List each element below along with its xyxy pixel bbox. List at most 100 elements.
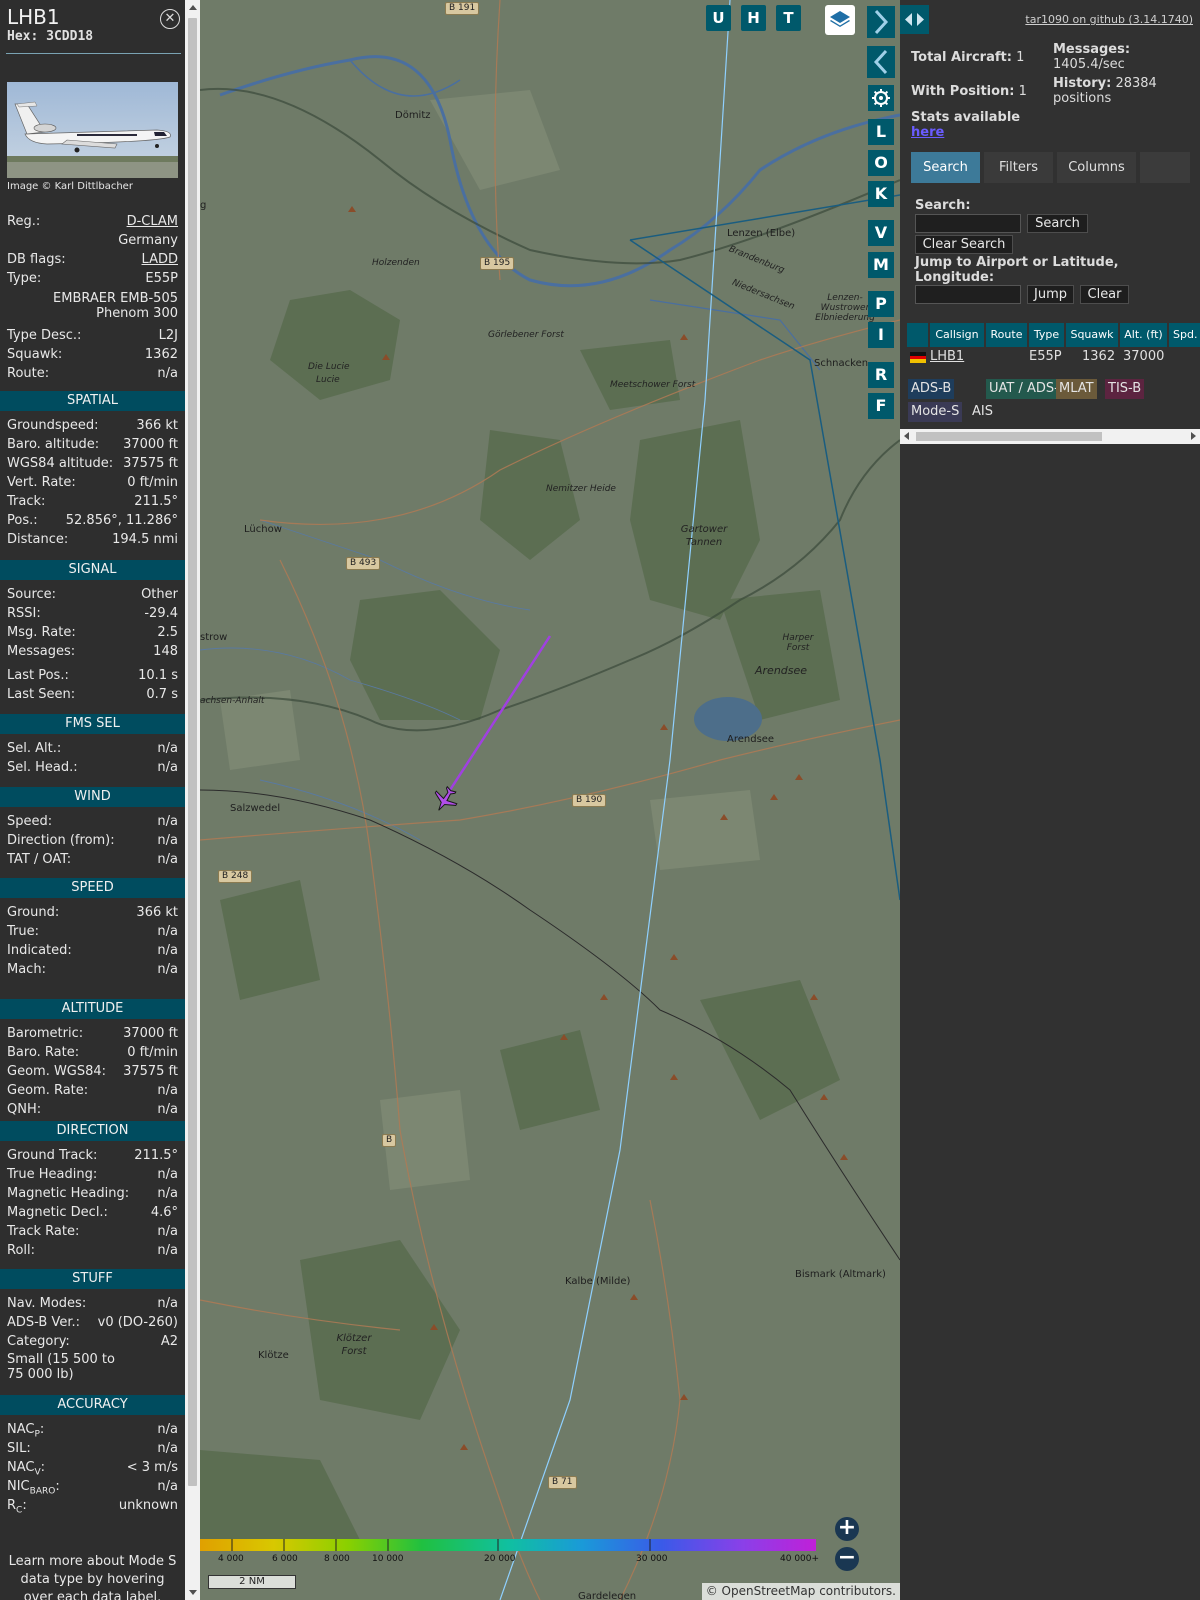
road-shield: B 195: [480, 257, 515, 270]
close-icon[interactable]: ✕: [160, 9, 180, 29]
column-header-route[interactable]: Route: [986, 323, 1027, 347]
detail-row: NICBARO: n/a: [7, 1478, 178, 1497]
toolbar-button-l[interactable]: L: [868, 119, 894, 145]
detail-value[interactable]: LADD: [142, 251, 178, 269]
detail-value: < 3 m/s: [126, 1460, 178, 1475]
toolbar-button-f[interactable]: F: [868, 393, 894, 419]
toolbar-button-v[interactable]: V: [868, 220, 894, 246]
scroll-down-icon[interactable]: [189, 1590, 197, 1595]
detail-label: RSSI:: [7, 606, 41, 621]
toggle-sidebar-button[interactable]: [900, 5, 929, 34]
detail-value[interactable]: D-CLAM: [127, 213, 178, 231]
detail-row: SIL: n/a: [7, 1440, 178, 1458]
road-shield: B 248: [218, 870, 253, 883]
toolbar-button-p[interactable]: P: [868, 291, 894, 317]
row-callsign[interactable]: LHB1: [930, 348, 964, 366]
detail-label: True:: [7, 924, 39, 939]
toolbar-button-t[interactable]: T: [776, 5, 801, 31]
detail-label: Groundspeed:: [7, 418, 99, 433]
detail-label: QNH:: [7, 1102, 42, 1117]
map-place-label: Gartower Tannen: [680, 524, 728, 548]
horizontal-scrollbar-thumb[interactable]: [916, 432, 1102, 441]
detail-value: 194.5 nmi: [112, 532, 178, 547]
aircraft-photo[interactable]: [7, 82, 178, 178]
search-input[interactable]: [915, 214, 1021, 233]
detail-label: Geom. WGS84:: [7, 1064, 107, 1079]
map-place-label: Lüchow: [244, 524, 282, 535]
detail-row: True Heading: n/a: [7, 1166, 178, 1184]
history-label: History:: [1053, 76, 1112, 91]
source-legend-item: ADS-B: [908, 379, 955, 399]
detail-label: Direction (from):: [7, 833, 115, 848]
map-view[interactable]: Dömitz Lenzen (Elbe) Holzenden Görlebener F…: [200, 0, 900, 1600]
toolbar-button-r[interactable]: R: [868, 362, 894, 388]
source-legend-item: Mode-S: [908, 402, 963, 422]
table-row[interactable]: LHB1 E55P 1362 37000: [907, 348, 1200, 368]
help-footer: Learn more about Mode S data type by hov…: [8, 1554, 177, 1600]
layers-button[interactable]: [825, 5, 855, 35]
detail-row: Sel. Alt.: n/a: [7, 740, 178, 758]
road-shield: B 493: [346, 557, 381, 570]
germany-flag-icon: [910, 352, 926, 363]
expand-panel-button[interactable]: [867, 6, 895, 38]
column-header-type[interactable]: Type: [1029, 323, 1064, 347]
settings-button[interactable]: [868, 85, 894, 111]
jump-input[interactable]: [915, 285, 1021, 304]
scale-bar: 2 NM: [208, 1575, 296, 1589]
column-header-squawk[interactable]: Squawk: [1066, 323, 1118, 347]
toolbar-button-o[interactable]: O: [868, 150, 894, 176]
aircraft-marker[interactable]: [430, 785, 460, 815]
stats-link[interactable]: here: [911, 125, 944, 140]
section-header-stuff: STUFF: [0, 1269, 185, 1289]
detail-label-subscript: C: [16, 1505, 23, 1516]
detail-row: NACV: < 3 m/s: [7, 1459, 178, 1478]
detail-row: Speed: n/a: [7, 813, 178, 831]
detail-label: Roll:: [7, 1243, 36, 1258]
zoom-in-button[interactable]: +: [835, 1517, 859, 1541]
detail-value: n/a: [157, 924, 178, 939]
scroll-right-icon[interactable]: [1191, 432, 1196, 440]
row-squawk: 1362: [1082, 349, 1116, 364]
toolbar-button-i[interactable]: I: [868, 322, 894, 348]
scrollbar-thumb[interactable]: [188, 18, 197, 1486]
tab-columns[interactable]: Columns: [1057, 152, 1136, 183]
tab-search[interactable]: Search: [911, 152, 980, 183]
detail-row: Barometric: 37000 ft: [7, 1025, 178, 1043]
detail-label: Pos.:: [7, 513, 38, 528]
detail-label: DB flags:: [7, 252, 66, 267]
aircraft-callsign: LHB1: [7, 5, 60, 29]
clear-button[interactable]: Clear: [1080, 285, 1129, 304]
category-description: Small (15 500 to 75 000 lb): [7, 1352, 115, 1382]
tab-filters[interactable]: Filters: [984, 152, 1053, 183]
detail-row: ADS-B Ver.: v0 (DO-260): [7, 1314, 178, 1332]
jump-button[interactable]: Jump: [1027, 285, 1074, 304]
column-header-callsign[interactable]: Callsign: [930, 323, 984, 347]
detail-row: Sel. Head.: n/a: [7, 759, 178, 777]
scroll-left-icon[interactable]: [904, 432, 909, 440]
detail-value: n/a: [157, 760, 178, 775]
search-button[interactable]: Search: [1027, 214, 1088, 233]
toolbar-button-k[interactable]: K: [868, 181, 894, 207]
left-panel-scrollbar[interactable]: [185, 0, 200, 1600]
map-place-label: Klötze: [258, 1350, 289, 1361]
scroll-up-icon[interactable]: [189, 5, 197, 10]
github-link[interactable]: tar1090 on github (3.14.1740): [1025, 13, 1193, 26]
map-attribution[interactable]: © OpenStreetMap contributors.: [701, 1583, 900, 1600]
detail-row: Type Desc.: L2J: [7, 327, 178, 345]
toolbar-button-h[interactable]: H: [741, 5, 766, 31]
column-header-altitude[interactable]: Alt. (ft): [1120, 323, 1167, 347]
collapse-panel-button[interactable]: [867, 46, 895, 78]
detail-row: Nav. Modes: n/a: [7, 1295, 178, 1313]
toolbar-button-m[interactable]: M: [868, 252, 894, 278]
column-header-speed[interactable]: Spd.: [1169, 323, 1200, 347]
detail-value: n/a: [157, 1167, 178, 1182]
detail-value: n/a: [157, 962, 178, 977]
detail-value: n/a: [157, 1083, 178, 1098]
toolbar-button-u[interactable]: U: [706, 5, 731, 31]
table-horizontal-scrollbar[interactable]: [900, 429, 1200, 444]
zoom-out-button[interactable]: −: [835, 1547, 859, 1571]
map-place-label: Lenzen (Elbe): [727, 228, 796, 239]
clear-search-button[interactable]: Clear Search: [915, 235, 1013, 254]
type-full-name: EMBRAER EMB-505 Phenom 300: [53, 291, 178, 321]
history-count: History: 28384 positions: [1053, 76, 1193, 106]
